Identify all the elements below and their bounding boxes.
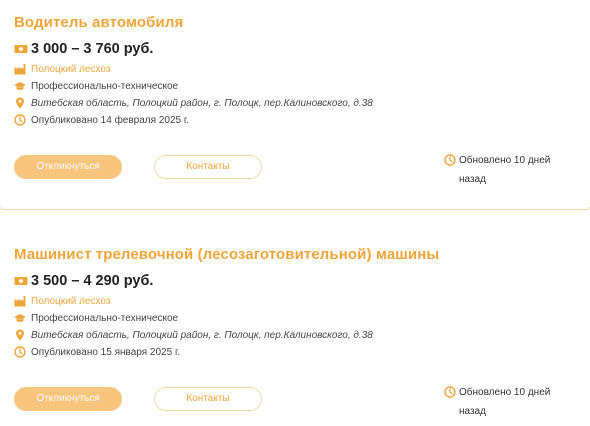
education-row: Профессионально-техническое bbox=[14, 80, 178, 92]
vacancy-salary: 3 500 – 4 290 руб. bbox=[14, 273, 153, 289]
vacancy-card[interactable]: Водитель автомобиля 3 000 – 3 760 руб. П… bbox=[0, 0, 590, 210]
location-pin-icon bbox=[16, 97, 24, 109]
education-text: Профессионально-техническое bbox=[31, 80, 179, 92]
vacancy-salary: 3 000 – 3 760 руб. bbox=[14, 41, 153, 57]
factory-icon bbox=[14, 296, 26, 307]
published-text: Опубликовано 15 января 2025 г. bbox=[31, 346, 181, 358]
company-name[interactable]: Полоцкий лесхоз bbox=[31, 296, 110, 307]
clock-icon bbox=[444, 386, 456, 398]
company-row[interactable]: Полоцкий лесхоз bbox=[14, 63, 110, 75]
address-row: Витебская область, Полоцкий район, г. По… bbox=[14, 329, 373, 341]
factory-icon bbox=[14, 64, 26, 75]
apply-button[interactable]: Откликнуться bbox=[14, 155, 122, 179]
money-icon bbox=[14, 277, 28, 285]
address-text: Витебская область, Полоцкий район, г. По… bbox=[31, 97, 373, 109]
address-text: Витебская область, Полоцкий район, г. По… bbox=[31, 329, 373, 341]
contacts-button[interactable]: Контакты bbox=[154, 155, 262, 179]
vacancy-title[interactable]: Водитель автомобиля bbox=[14, 14, 183, 31]
updated-info: Обновлено 10 дней назад bbox=[444, 383, 574, 421]
education-row: Профессионально-техническое bbox=[14, 312, 178, 324]
contacts-button[interactable]: Контакты bbox=[154, 387, 262, 411]
company-row[interactable]: Полоцкий лесхоз bbox=[14, 295, 110, 307]
updated-text-line1: Обновлено 10 дней bbox=[459, 387, 551, 398]
location-pin-icon bbox=[16, 329, 24, 341]
money-icon bbox=[14, 45, 28, 53]
education-text: Профессионально-техническое bbox=[31, 312, 179, 324]
published-text: Опубликовано 14 февраля 2025 г. bbox=[31, 114, 190, 126]
card-divider bbox=[0, 207, 590, 210]
published-row: Опубликовано 15 января 2025 г. bbox=[14, 346, 180, 358]
graduation-cap-icon bbox=[14, 82, 26, 90]
apply-button[interactable]: Откликнуться bbox=[14, 387, 122, 411]
address-row: Витебская область, Полоцкий район, г. По… bbox=[14, 97, 373, 109]
vacancy-title[interactable]: Машинист трелевочной (лесозаготовительно… bbox=[14, 246, 439, 263]
clock-icon bbox=[14, 114, 26, 126]
updated-text-line2: назад bbox=[459, 174, 486, 185]
updated-text-line1: Обновлено 10 дней bbox=[459, 155, 551, 166]
graduation-cap-icon bbox=[14, 314, 26, 322]
updated-info: Обновлено 10 дней назад bbox=[444, 151, 574, 189]
vacancy-card[interactable]: Машинист трелевочной (лесозаготовительно… bbox=[0, 232, 590, 426]
updated-text-line2: назад bbox=[459, 406, 486, 417]
company-name[interactable]: Полоцкий лесхоз bbox=[31, 64, 110, 75]
clock-icon bbox=[14, 346, 26, 358]
salary-text: 3 500 – 4 290 руб. bbox=[31, 273, 154, 289]
salary-text: 3 000 – 3 760 руб. bbox=[31, 41, 154, 57]
published-row: Опубликовано 14 февраля 2025 г. bbox=[14, 114, 189, 126]
clock-icon bbox=[444, 154, 456, 166]
